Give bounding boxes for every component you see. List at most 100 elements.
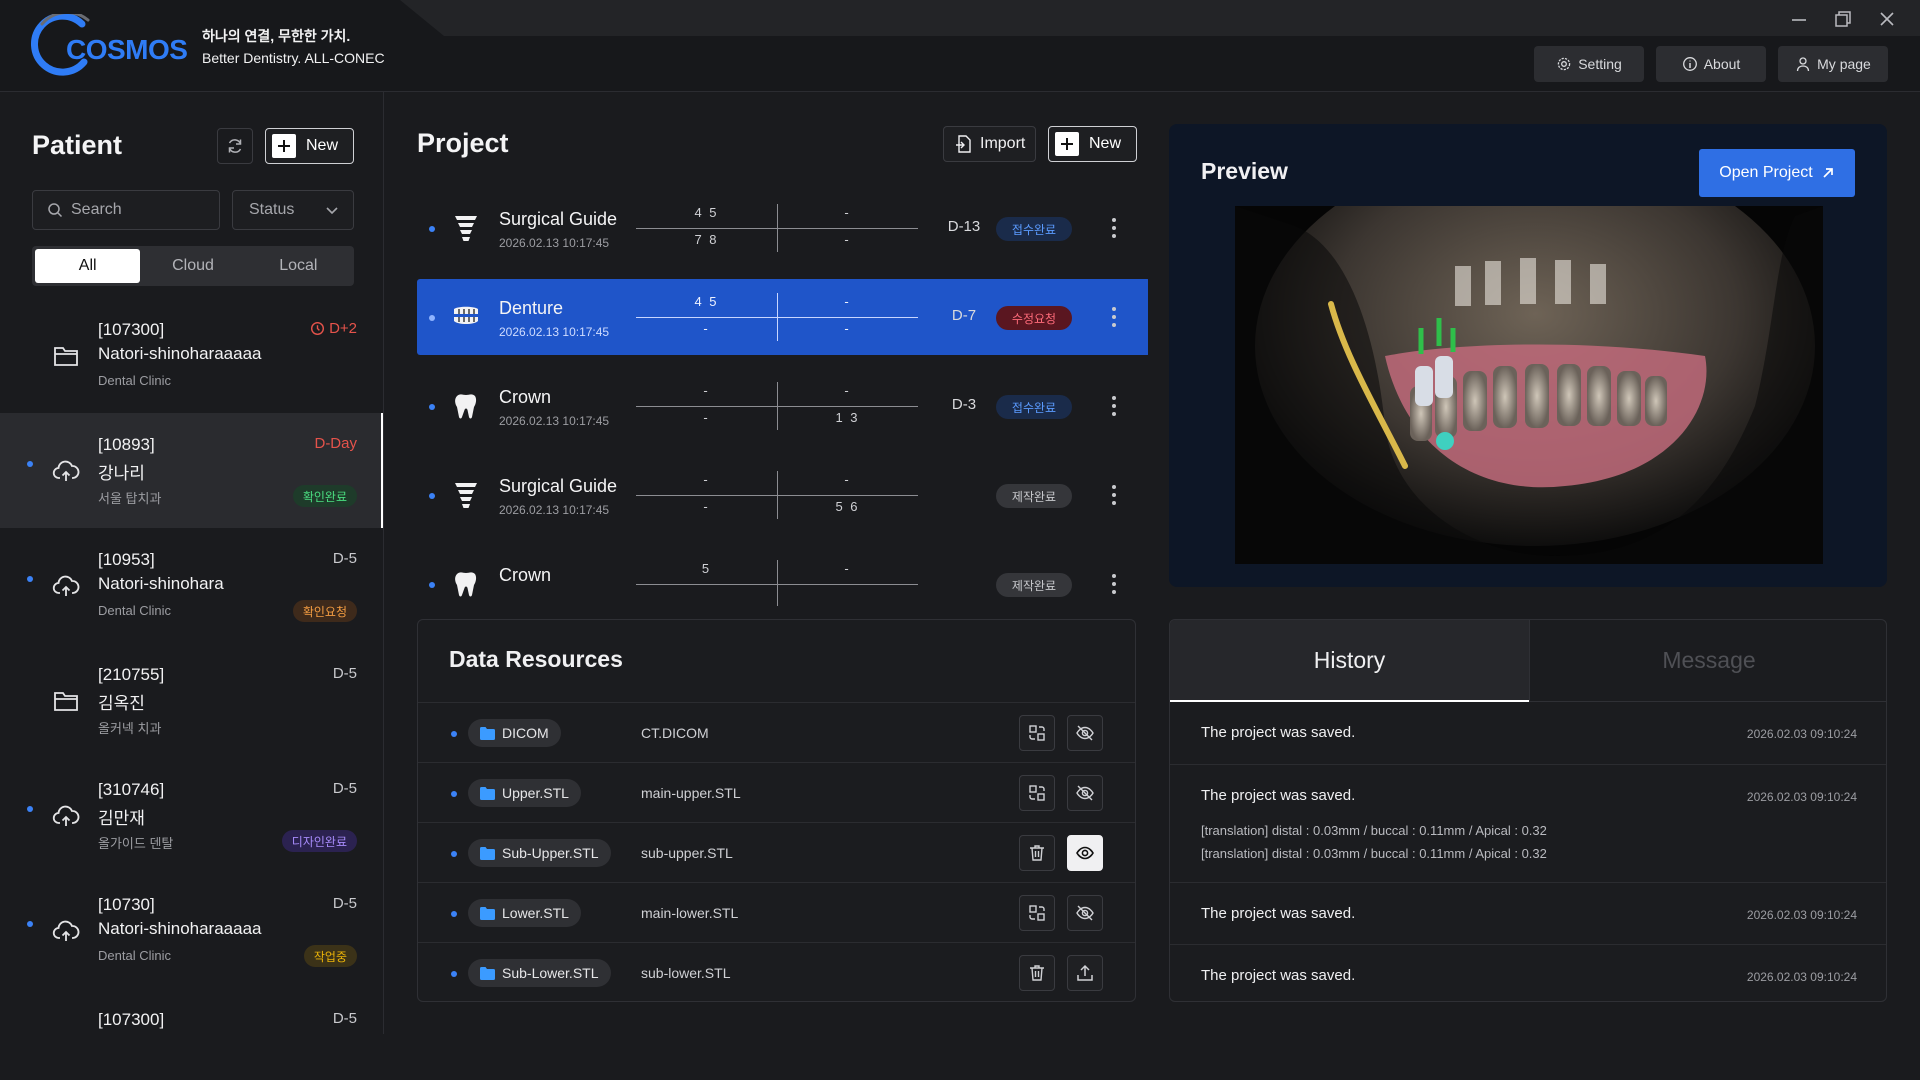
patient-id: [10730] <box>98 895 155 914</box>
history-text: The project was saved. <box>1201 967 1356 984</box>
resource-row: Upper.STL main-upper.STL <box>418 762 1135 822</box>
new-patient-button[interactable]: New <box>265 128 354 164</box>
patient-clinic: Dental Clinic <box>98 603 171 618</box>
patient-id: [310746] <box>98 780 165 799</box>
patient-name: 김옥진 <box>98 694 145 713</box>
plus-icon <box>272 134 296 158</box>
filter-local[interactable]: Local <box>246 249 351 283</box>
resource-file-name: sub-upper.STL <box>641 845 733 861</box>
patient-clinic: Dental Clinic <box>98 948 171 963</box>
tooth-upper-left: - <box>844 383 851 398</box>
unread-dot <box>429 315 435 321</box>
restore-icon[interactable] <box>1832 8 1854 30</box>
more-icon[interactable] <box>1107 216 1121 240</box>
resource-file-name: main-upper.STL <box>641 785 741 801</box>
project-row[interactable]: Denture 2026.02.13 10:17:45 4 5 - - - D-7 수정요청 <box>417 279 1148 355</box>
patient-item[interactable]: [10730] Natori-shinoharaaaaa Dental Clinic… <box>0 873 383 988</box>
source-filter: All Cloud Local <box>32 246 354 286</box>
search-input[interactable]: Search <box>32 190 220 230</box>
resource-row: Sub-Lower.STL sub-lower.STL <box>418 942 1135 1001</box>
resource-row: DICOM CT.DICOM <box>418 702 1135 762</box>
patient-id: [107300] <box>98 320 165 339</box>
search-placeholder: Search <box>71 201 122 218</box>
status-select[interactable]: Status <box>232 190 354 230</box>
resource-visibility-button[interactable] <box>1067 775 1103 811</box>
tab-history[interactable]: History <box>1170 620 1529 702</box>
tooth-lower-left: 1 3 <box>835 410 860 425</box>
resource-action-button[interactable] <box>1019 715 1055 751</box>
my-page-button[interactable]: My page <box>1778 46 1888 82</box>
project-status-badge: 수정요청 <box>996 306 1072 330</box>
patient-clinic: 서울 탑치과 <box>98 491 162 506</box>
new-project-button[interactable]: New <box>1048 126 1137 162</box>
tagline-en: Better Dentistry. ALL-CONEC <box>202 50 385 66</box>
project-list: Surgical Guide 2026.02.13 10:17:45 4 5 - 7 8… <box>384 190 1148 606</box>
filter-all[interactable]: All <box>35 249 141 283</box>
resource-file-name: main-lower.STL <box>641 905 739 921</box>
project-status-badge: 제작완료 <box>996 573 1072 597</box>
resource-type-chip[interactable]: Sub-Lower.STL <box>468 959 611 987</box>
history-item: The project was saved. 2026.02.03 09:10:2… <box>1170 702 1886 764</box>
resource-action-button[interactable] <box>1019 955 1055 991</box>
chevron-down-icon <box>326 207 338 215</box>
open-project-button[interactable]: Open Project <box>1699 149 1855 197</box>
ct-scan-image[interactable] <box>1235 206 1823 564</box>
unread-dot <box>429 493 435 499</box>
unread-dot <box>27 461 33 467</box>
more-icon[interactable] <box>1107 394 1121 418</box>
patient-item[interactable]: [310746] 김만재 올가이드 덴탈 D-5 디자인완료 <box>0 758 383 873</box>
refresh-button[interactable] <box>217 128 253 164</box>
project-row[interactable]: Surgical Guide 2026.02.13 10:17:45 4 5 - 7 8… <box>417 190 1148 266</box>
patient-item[interactable]: [107300] D-5 <box>0 988 383 1034</box>
tagline: 하나의 연결, 무한한 가치. Better Dentistry. ALL-CO… <box>202 25 385 69</box>
resource-action-button[interactable] <box>1019 835 1055 871</box>
tooth-upper-right: - <box>703 472 710 487</box>
app-logo[interactable]: COSMOS <box>30 14 188 78</box>
more-icon[interactable] <box>1107 305 1121 329</box>
project-name: Crown <box>499 387 552 407</box>
resource-type-chip[interactable]: DICOM <box>468 719 561 747</box>
unread-dot <box>27 806 33 812</box>
close-icon[interactable] <box>1876 8 1898 30</box>
resource-row: Lower.STL main-lower.STL <box>418 882 1135 942</box>
setting-button[interactable]: Setting <box>1534 46 1644 82</box>
project-row[interactable]: Crown 5- 제작완료 <box>417 546 1148 606</box>
resource-action-button[interactable] <box>1019 895 1055 931</box>
resource-visibility-button[interactable] <box>1067 955 1103 991</box>
swap-icon <box>1029 785 1045 801</box>
project-type-icon <box>451 390 481 422</box>
more-icon[interactable] <box>1107 483 1121 507</box>
more-icon[interactable] <box>1107 572 1121 596</box>
patient-item[interactable]: [210755] 김옥진 올커넥 치과 D-5 <box>0 643 383 758</box>
project-title: Project <box>417 128 509 158</box>
alarm-icon <box>311 321 325 336</box>
resource-type-chip[interactable]: Upper.STL <box>468 779 581 807</box>
minimize-icon[interactable] <box>1788 8 1810 30</box>
patient-clinic: 올가이드 덴탈 <box>98 836 174 851</box>
logo-text: COSMOS <box>66 34 188 65</box>
patient-name: Natori-shinohara <box>98 574 224 593</box>
about-button[interactable]: About <box>1656 46 1766 82</box>
project-dday: D-3 <box>951 396 977 413</box>
project-row[interactable]: Crown 2026.02.13 10:17:45 - - - 1 3 D-3 접수완료 <box>417 368 1148 444</box>
trash-icon <box>1030 965 1044 981</box>
project-row[interactable]: Surgical Guide 2026.02.13 10:17:45 - - - 5 6 제… <box>417 457 1148 533</box>
my-page-label: My page <box>1817 56 1871 72</box>
import-button[interactable]: Import <box>943 126 1037 162</box>
patient-item[interactable]: [107300] Natori-shinoharaaaaa Dental Clini… <box>0 298 383 413</box>
resource-type-chip[interactable]: Sub-Upper.STL <box>468 839 611 867</box>
resource-visibility-button[interactable] <box>1067 835 1103 871</box>
patient-item[interactable]: [10953] Natori-shinohara Dental Clinic D-5 확… <box>0 528 383 643</box>
project-date: 2026.02.13 10:17:45 <box>499 414 610 428</box>
filter-cloud[interactable]: Cloud <box>140 249 245 283</box>
patient-item[interactable]: [10893] 강나리 서울 탑치과 D-Day 확인완료 <box>0 413 383 528</box>
project-status-badge: 접수완료 <box>996 217 1072 241</box>
history-date: 2026.02.03 09:10:24 <box>1746 908 1857 922</box>
import-icon <box>956 135 971 153</box>
cloud-upload-icon <box>52 920 80 941</box>
resource-visibility-button[interactable] <box>1067 715 1103 751</box>
resource-type-chip[interactable]: Lower.STL <box>468 899 581 927</box>
resource-visibility-button[interactable] <box>1067 895 1103 931</box>
tab-message[interactable]: Message <box>1529 620 1886 702</box>
resource-action-button[interactable] <box>1019 775 1055 811</box>
